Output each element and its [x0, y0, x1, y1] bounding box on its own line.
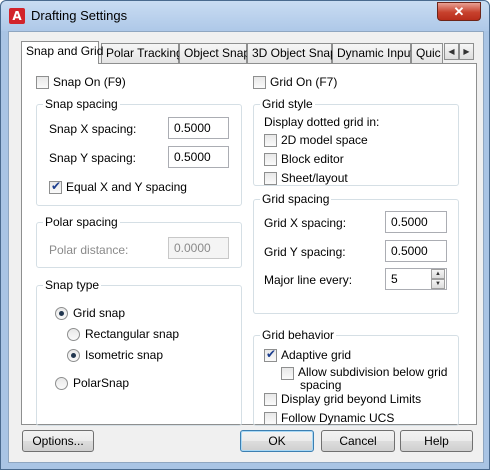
rectangular-snap-label: Rectangular snap	[85, 327, 180, 341]
subdivision-label: Allow subdivision below grid spacing	[298, 366, 447, 392]
grid-on-label: Grid On (F7)	[270, 75, 338, 89]
sheet-layout-label: Sheet/layout	[281, 171, 348, 185]
tab-dynamic-input[interactable]: Dynamic Input	[332, 43, 414, 63]
adaptive-grid-label: Adaptive grid	[281, 348, 352, 362]
snap-on-box[interactable]	[36, 75, 49, 89]
tab-object-snap[interactable]: Object Snap	[179, 43, 250, 63]
options-button[interactable]: Options...	[22, 430, 94, 452]
grid-spacing-group: Grid spacing Grid X spacing: 0.5000 Grid…	[253, 192, 459, 314]
equal-spacing-box[interactable]	[49, 179, 62, 194]
snap-y-input[interactable]: 0.5000	[168, 146, 229, 168]
grid-y-input[interactable]: 0.5000	[385, 240, 447, 262]
grid-style-subtitle: Display dotted grid in:	[264, 115, 380, 129]
beyond-limits-checkbox[interactable]: Display grid beyond Limits	[264, 392, 421, 406]
drafting-settings-dialog: A Drafting Settings ✕ Snap and Grid Pola…	[0, 0, 490, 470]
autocad-logo-icon: A	[9, 8, 25, 24]
isometric-snap-dot[interactable]	[67, 348, 80, 362]
spin-down-icon[interactable]: ▼	[431, 279, 445, 289]
snap-type-group: Snap type Grid snap Rectangular snap Iso…	[36, 278, 242, 426]
block-editor-checkbox[interactable]: Block editor	[264, 152, 344, 166]
sheet-layout-box[interactable]	[264, 171, 277, 185]
ok-button[interactable]: OK	[240, 430, 314, 452]
tab-quick-properties[interactable]: Quic	[411, 43, 443, 63]
grid-behavior-title: Grid behavior	[260, 328, 337, 342]
beyond-limits-label: Display grid beyond Limits	[281, 392, 422, 406]
grid-style-title: Grid style	[260, 97, 315, 111]
tab-strip: Snap and Grid Polar Tracking Object Snap…	[21, 41, 481, 64]
cancel-button[interactable]: Cancel	[321, 430, 395, 452]
grid-spacing-title: Grid spacing	[260, 192, 332, 206]
tab-polar-tracking[interactable]: Polar Tracking	[101, 43, 183, 63]
tab-snap-and-grid[interactable]: Snap and Grid	[21, 41, 103, 64]
model-space-label: 2D model space	[281, 133, 368, 147]
isometric-snap-radio[interactable]: Isometric snap	[67, 348, 163, 362]
block-editor-box[interactable]	[264, 152, 277, 166]
adaptive-grid-box[interactable]	[264, 347, 277, 362]
tab-3d-object-snap[interactable]: 3D Object Snap	[247, 43, 337, 63]
polar-snap-label: PolarSnap	[73, 376, 130, 390]
grid-y-label: Grid Y spacing:	[264, 245, 346, 259]
polar-distance-label: Polar distance:	[49, 243, 129, 257]
isometric-snap-label: Isometric snap	[85, 348, 164, 362]
follow-ucs-label: Follow Dynamic UCS	[281, 411, 395, 425]
polar-spacing-title: Polar spacing	[43, 215, 120, 229]
snap-on-checkbox[interactable]: Snap On (F9)	[36, 75, 126, 89]
equal-spacing-checkbox[interactable]: Equal X and Y spacing	[49, 179, 187, 194]
adaptive-grid-checkbox[interactable]: Adaptive grid	[264, 347, 352, 362]
polar-snap-radio[interactable]: PolarSnap	[55, 376, 129, 390]
tab-scroll-left-icon[interactable]: ◀	[444, 43, 459, 60]
polar-snap-dot[interactable]	[55, 376, 68, 390]
polar-spacing-group: Polar spacing Polar distance: 0.0000	[36, 215, 242, 268]
follow-ucs-box[interactable]	[264, 411, 277, 425]
rectangular-snap-radio[interactable]: Rectangular snap	[67, 327, 179, 341]
snap-spacing-group: Snap spacing Snap X spacing: 0.5000 Snap…	[36, 97, 242, 206]
snap-x-input[interactable]: 0.5000	[168, 117, 229, 139]
subdivision-label-line2: spacing	[300, 378, 342, 392]
grid-snap-label: Grid snap	[73, 306, 126, 320]
grid-on-box[interactable]	[253, 75, 266, 89]
grid-style-group: Grid style Display dotted grid in: 2D mo…	[253, 97, 459, 186]
model-space-checkbox[interactable]: 2D model space	[264, 133, 368, 147]
grid-on-checkbox[interactable]: Grid On (F7)	[253, 75, 337, 89]
model-space-box[interactable]	[264, 133, 277, 147]
subdivision-box[interactable]	[281, 367, 294, 380]
spin-up-icon[interactable]: ▲	[431, 269, 445, 279]
snap-y-label: Snap Y spacing:	[49, 151, 136, 165]
follow-ucs-checkbox[interactable]: Follow Dynamic UCS	[264, 411, 394, 425]
title-bar: A Drafting Settings ✕	[1, 1, 489, 31]
snap-and-grid-panel: Snap On (F9) Grid On (F7) Snap spacing S…	[21, 63, 477, 426]
dialog-body: Snap and Grid Polar Tracking Object Snap…	[8, 31, 484, 463]
grid-x-label: Grid X spacing:	[264, 216, 347, 230]
block-editor-label: Block editor	[281, 152, 344, 166]
beyond-limits-box[interactable]	[264, 392, 277, 406]
polar-distance-input: 0.0000	[168, 237, 229, 259]
rectangular-snap-dot[interactable]	[67, 327, 80, 341]
snap-type-title: Snap type	[43, 278, 102, 292]
grid-x-input[interactable]: 0.5000	[385, 211, 447, 233]
dialog-title: Drafting Settings	[31, 8, 128, 23]
snap-spacing-title: Snap spacing	[43, 97, 120, 111]
grid-behavior-group: Grid behavior Adaptive grid Allow subdiv…	[253, 328, 459, 426]
major-line-label: Major line every:	[264, 273, 353, 287]
subdivision-checkbox[interactable]: Allow subdivision below grid spacing	[281, 366, 447, 392]
close-button[interactable]: ✕	[437, 2, 481, 21]
equal-spacing-label: Equal X and Y spacing	[66, 180, 187, 194]
tab-scroll-right-icon[interactable]: ▶	[459, 43, 474, 60]
snap-x-label: Snap X spacing:	[49, 122, 137, 136]
sheet-layout-checkbox[interactable]: Sheet/layout	[264, 171, 348, 185]
snap-on-label: Snap On (F9)	[53, 75, 126, 89]
help-button[interactable]: Help	[400, 430, 473, 452]
grid-snap-radio[interactable]: Grid snap	[55, 306, 125, 320]
grid-snap-dot[interactable]	[55, 306, 68, 320]
